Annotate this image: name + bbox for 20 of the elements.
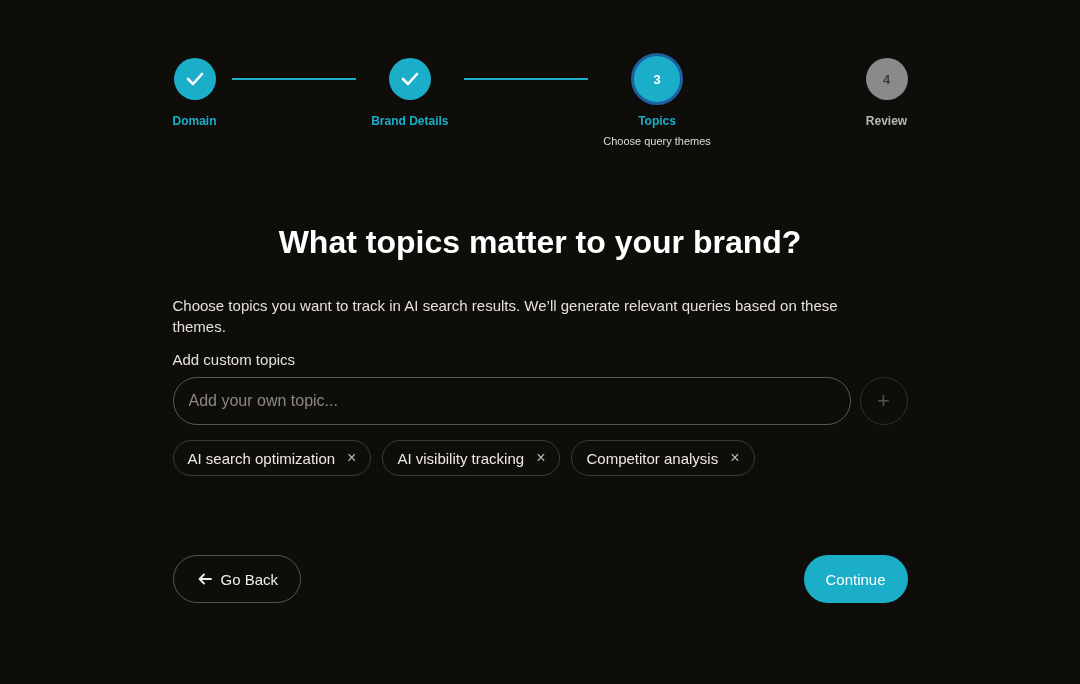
field-label: Add custom topics xyxy=(172,351,297,368)
step-label: Topics xyxy=(638,114,676,128)
arrow-left-icon xyxy=(197,573,212,585)
topic-label: AI visibility tracking xyxy=(397,449,525,467)
check-icon xyxy=(185,72,204,86)
step-subtitle: Choose query themes xyxy=(603,135,711,147)
description: Choose topics you want to track in AI search results. We’ll generate relevant queries based on these themes. xyxy=(172,296,839,337)
step-number: 4 xyxy=(882,71,891,87)
remove-button[interactable]: × xyxy=(730,449,740,467)
topic-input-field[interactable]: Add your own topic... xyxy=(172,377,851,425)
step-label: Domain xyxy=(172,114,217,128)
topic-label: Competitor analysis xyxy=(586,449,719,467)
step-label: Review xyxy=(865,114,908,128)
remove-button[interactable]: × xyxy=(347,449,357,467)
page-title: What topics matter to your brand? xyxy=(277,224,803,261)
remove-button[interactable]: × xyxy=(536,449,546,467)
step-number: 3 xyxy=(653,71,661,87)
topic-label: AI search optimization xyxy=(187,449,336,467)
step-label: Brand Details xyxy=(371,114,449,128)
check-icon xyxy=(400,72,419,86)
